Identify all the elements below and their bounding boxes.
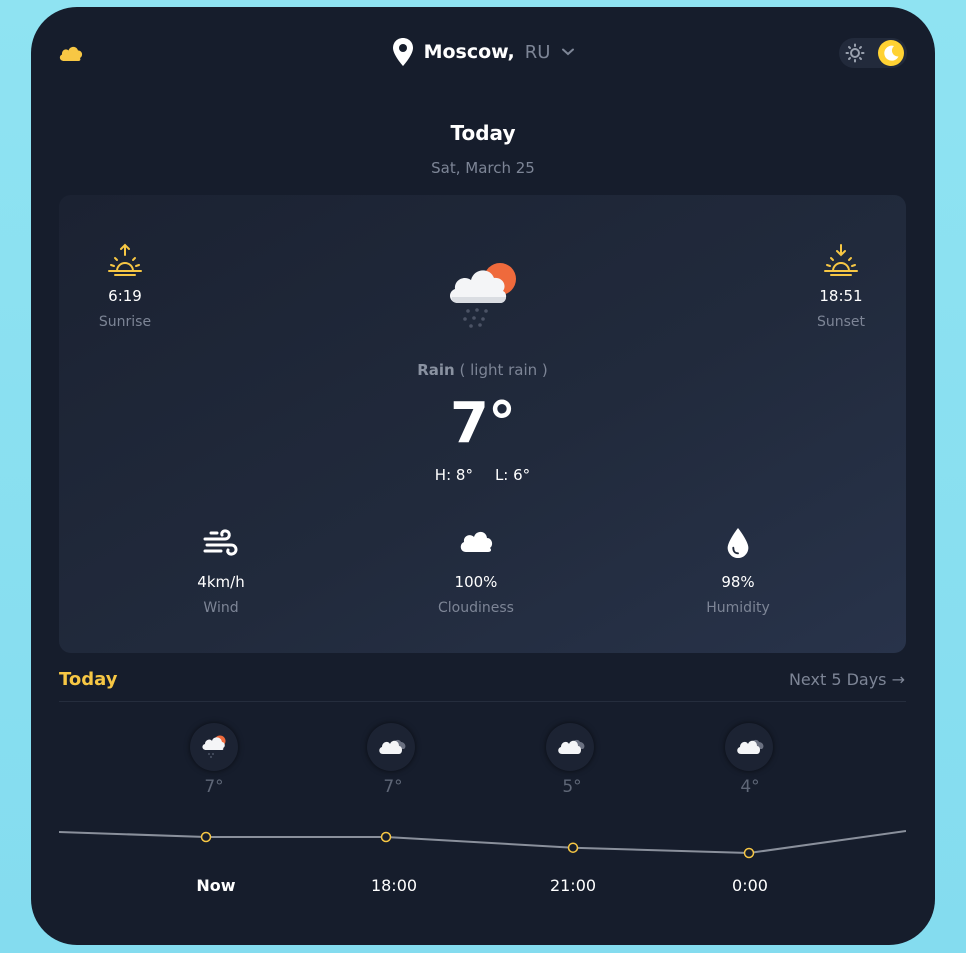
condition-text: Rain ( light rain )	[59, 361, 906, 379]
cloudiness-value: 100%	[454, 573, 498, 591]
trend-point-3	[743, 847, 755, 859]
current-weather-card: 6:19 Sunrise 18:51 Sunset Rain (light r…	[59, 195, 906, 653]
cloudiness-stat: 100% Cloudiness	[416, 527, 536, 616]
sunrise-block: 6:19 Sunrise	[91, 243, 159, 330]
condition-main: Rain	[417, 361, 455, 379]
sunrise-label: Sunrise	[98, 314, 152, 330]
hour-temp-1800: 7°	[383, 777, 403, 797]
wind-label: Wind	[203, 600, 239, 616]
humidity-stat: 98% Humidity	[678, 527, 798, 616]
current-temperature: 7°	[450, 391, 516, 456]
wind-stat: 4km/h Wind	[161, 527, 281, 616]
page-title: Today	[450, 121, 516, 145]
cloudy-icon	[379, 739, 406, 754]
wind-value: 4km/h	[197, 573, 245, 591]
forecast-title: Today	[59, 669, 118, 690]
low-temp: L: 6°	[494, 466, 531, 484]
hour-icon-now	[190, 723, 238, 771]
condition-detail: ( light rain )	[454, 361, 548, 379]
sunrise-icon	[108, 243, 142, 276]
high-low: H: 8° L: 6°	[59, 466, 906, 484]
sunset-block: 18:51 Sunset	[807, 243, 875, 330]
moon-button[interactable]	[878, 40, 904, 66]
next-5-days-link[interactable]: Next 5 Days →	[789, 670, 905, 689]
humidity-label: Humidity	[706, 600, 770, 616]
hour-label-2100: 21:00	[549, 876, 597, 895]
hour-temp-now: 7°	[204, 777, 224, 797]
hour-label-1800: 18:00	[370, 876, 418, 895]
trend-point-1	[380, 831, 392, 843]
cloudy-icon	[558, 739, 585, 754]
droplet-icon	[727, 527, 749, 559]
sun-icon[interactable]	[845, 43, 865, 63]
cloud-icon	[460, 531, 493, 552]
hour-icon-0000	[725, 723, 773, 771]
map-pin-icon	[392, 38, 413, 66]
cloudy-icon	[737, 739, 764, 754]
trend-point-0	[200, 831, 212, 843]
current-date: Sat, March 25	[431, 159, 535, 177]
sunrise-time: 6:19	[108, 287, 142, 305]
weather-app: Moscow, RU Today Sat, March 25 6:19 Sunr…	[31, 7, 935, 945]
country-code: RU	[524, 41, 551, 63]
rain-sun-cloud-icon	[202, 735, 226, 758]
city-name: Moscow,	[423, 41, 515, 63]
moon-icon	[884, 45, 899, 61]
humidity-value: 98%	[721, 573, 755, 591]
chevron-down-icon[interactable]	[562, 48, 575, 56]
temperature-trend-chart	[59, 830, 906, 859]
sunset-label: Sunset	[816, 314, 866, 330]
rain-sun-cloud-icon	[449, 263, 516, 328]
location-selector[interactable]: Moscow, RU	[31, 37, 935, 67]
divider	[59, 701, 906, 702]
hour-label-0000: 0:00	[732, 876, 768, 895]
hour-icon-1800	[367, 723, 415, 771]
high-temp: H: 8°	[434, 466, 473, 484]
hour-label-now: Now	[196, 876, 236, 895]
trend-line	[59, 830, 906, 855]
hour-icon-2100	[546, 723, 594, 771]
theme-toggle[interactable]	[839, 38, 907, 68]
wind-icon	[203, 529, 238, 556]
trend-point-2	[567, 842, 579, 853]
hour-temp-2100: 5°	[562, 777, 582, 797]
cloudiness-label: Cloudiness	[438, 600, 514, 616]
hour-temp-0000: 4°	[740, 777, 760, 797]
sunset-icon	[824, 244, 858, 276]
sunset-time: 18:51	[819, 287, 863, 305]
